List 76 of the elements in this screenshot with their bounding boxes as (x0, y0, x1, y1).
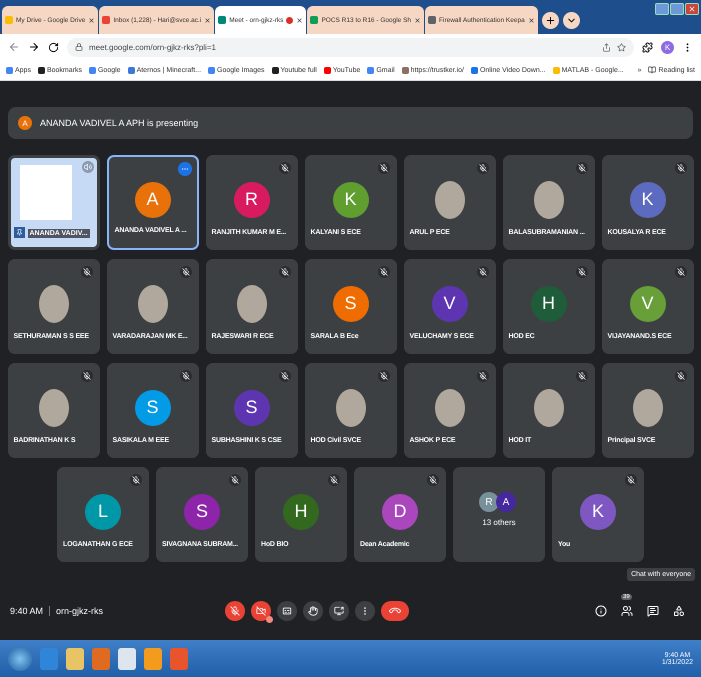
others-count: 13 others (482, 518, 516, 527)
chat-button[interactable] (645, 603, 661, 619)
avatar: S (134, 390, 170, 426)
photo-placeholder (236, 284, 266, 322)
reload-icon[interactable] (48, 42, 59, 52)
activities-icon (673, 605, 685, 617)
meeting-time: 9:40 AM (10, 606, 44, 616)
star-icon[interactable] (617, 42, 626, 52)
chat-icon (647, 605, 659, 617)
avatar: S (234, 390, 270, 426)
mic-icon (230, 606, 240, 616)
meeting-code: orn-gjkz-rks (56, 606, 104, 616)
avatar: R (479, 492, 499, 512)
book-icon (648, 66, 656, 74)
photo-placeholder (434, 180, 464, 218)
close-icon[interactable] (528, 16, 535, 24)
leave-button[interactable] (381, 601, 409, 621)
photo-placeholder (138, 284, 168, 322)
present-icon (334, 606, 344, 616)
forward-icon[interactable] (28, 41, 40, 53)
camera-icon (256, 606, 266, 616)
avatar: K (580, 494, 616, 530)
warning-badge (266, 616, 273, 623)
close-icon[interactable] (204, 16, 212, 24)
photo-placeholder (38, 284, 68, 322)
captions-button[interactable] (277, 601, 297, 621)
avatar: D (382, 494, 418, 530)
presenting-text: ANANDA VADIVEL A APH is presenting (40, 118, 198, 128)
avatar: S (332, 286, 368, 322)
profile-avatar[interactable]: K (661, 40, 674, 54)
photo-placeholder (336, 388, 366, 426)
share-icon[interactable] (602, 42, 611, 52)
info-icon (595, 605, 607, 617)
photo-placeholder (534, 388, 564, 426)
info-button[interactable] (593, 603, 609, 619)
plus-icon (544, 15, 556, 26)
avatar: H (283, 494, 319, 530)
avatar: A (134, 182, 170, 218)
activities-button[interactable] (671, 603, 687, 619)
avatar: V (432, 286, 468, 322)
close-button[interactable] (685, 3, 699, 15)
captions-icon (282, 606, 292, 616)
photo-placeholder (434, 388, 464, 426)
start-button[interactable] (8, 646, 32, 670)
others-tile[interactable]: R A 13 others (453, 467, 545, 562)
close-icon[interactable] (414, 16, 422, 24)
hand-icon (308, 606, 318, 616)
avatar: S (184, 494, 220, 530)
lock-icon (75, 43, 83, 51)
people-icon (621, 605, 633, 617)
extensions-icon[interactable] (642, 42, 653, 52)
photo-placeholder (632, 388, 662, 426)
address-bar[interactable]: meet.google.com/orn-gjkz-rks?pli=1 (67, 38, 634, 56)
close-icon[interactable] (296, 16, 304, 24)
avatar: K (630, 182, 666, 218)
photo-placeholder (534, 180, 564, 218)
avatar: L (85, 494, 121, 530)
avatar: A (496, 492, 516, 512)
hand-button[interactable] (303, 601, 323, 621)
pin-icon (14, 227, 24, 238)
photo-placeholder (38, 388, 68, 426)
close-icon (688, 5, 696, 13)
back-icon[interactable] (8, 41, 20, 53)
new-tab-button[interactable] (542, 12, 559, 29)
avatar: V (630, 286, 666, 322)
avatar: K (332, 182, 368, 218)
camera-button[interactable] (251, 601, 271, 621)
more-button[interactable] (355, 601, 375, 621)
avatar: R (234, 182, 270, 218)
avatar: H (530, 286, 566, 322)
present-button[interactable] (329, 601, 349, 621)
avatar: A (18, 116, 32, 130)
mic-button[interactable] (225, 601, 245, 621)
tab-search-button[interactable] (562, 12, 580, 29)
more-options-button[interactable] (178, 162, 192, 176)
close-icon[interactable] (88, 16, 96, 24)
